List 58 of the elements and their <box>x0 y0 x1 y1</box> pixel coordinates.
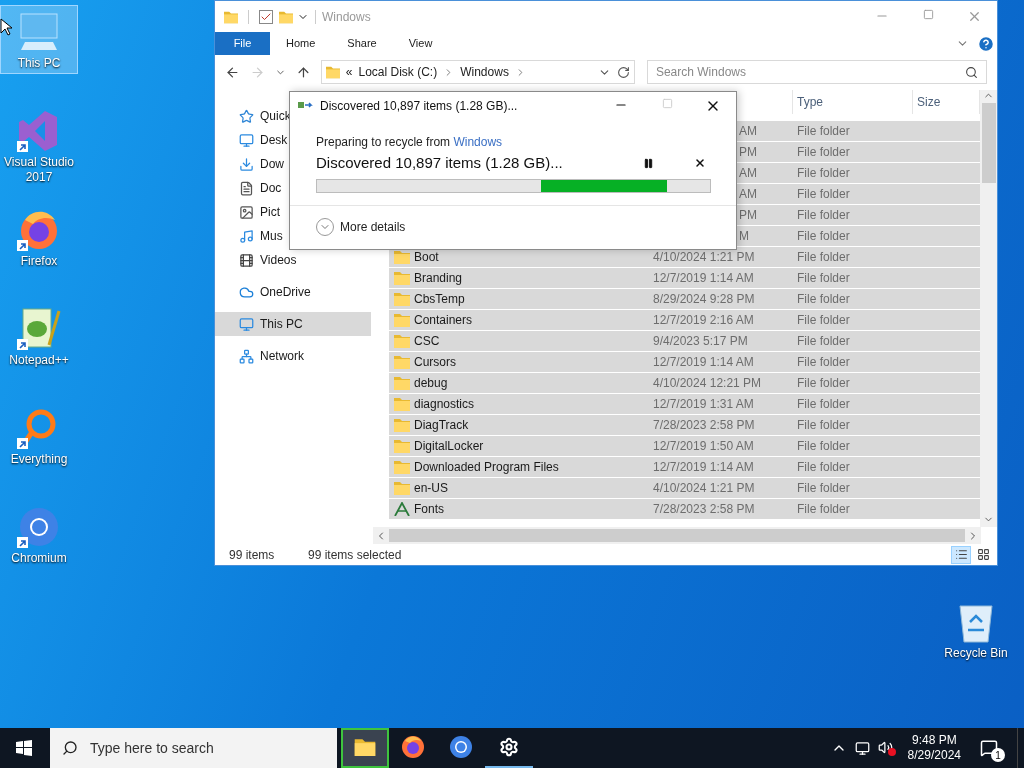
date-modified: 12/7/2019 1:14 AM <box>653 355 754 369</box>
date-modified: 12/7/2019 1:14 AM <box>653 271 754 285</box>
date-modified: 12/7/2019 2:16 AM <box>653 313 754 327</box>
file-type: File folder <box>797 397 850 411</box>
file-name: Branding <box>414 270 463 287</box>
date-modified: AM <box>739 124 757 138</box>
date-modified: PM <box>739 208 757 222</box>
date-modified: 12/7/2019 1:50 AM <box>653 439 754 453</box>
file-type: File folder <box>797 292 850 306</box>
file-type: File folder <box>797 124 850 138</box>
file-type: File folder <box>797 418 850 432</box>
file-name: DigitalLocker <box>414 438 484 455</box>
file-type: File folder <box>797 439 850 453</box>
file-type: File folder <box>797 145 850 159</box>
item-count: 99 items <box>229 546 276 564</box>
file-type: File folder <box>797 502 850 516</box>
file-name: CSC <box>414 333 440 350</box>
date-modified: 4/10/2024 12:21 PM <box>653 376 762 390</box>
file-name: en-US <box>414 480 448 497</box>
date-modified: 12/7/2019 1:14 AM <box>653 460 754 474</box>
date-modified: 8/29/2024 9:28 PM <box>653 292 755 306</box>
file-type: File folder <box>797 250 850 264</box>
file-name: DiagTrack <box>414 417 469 434</box>
progress-status: Discovered 10,897 items (1.28 GB)... <box>316 153 563 173</box>
date-modified: 12/7/2019 1:31 AM <box>653 397 754 411</box>
date-modified: PM <box>739 145 757 159</box>
file-name: Fonts <box>414 501 444 518</box>
file-name: Boot <box>414 249 439 266</box>
file-type: File folder <box>797 376 850 390</box>
file-type: File folder <box>797 355 850 369</box>
file-name: CbsTemp <box>414 291 465 308</box>
file-type: File folder <box>797 166 850 180</box>
operation-description: Preparing to recycle from Windows <box>316 134 504 151</box>
window-title: Windows <box>322 8 371 26</box>
file-name: Downloaded Program Files <box>414 459 559 476</box>
notification-count: 1 <box>991 748 1005 762</box>
file-type: File folder <box>797 271 850 285</box>
file-name: Containers <box>414 312 473 329</box>
file-type: File folder <box>797 481 850 495</box>
date-modified: AM <box>739 166 757 180</box>
date-modified: M <box>739 229 749 243</box>
date-modified: 7/28/2023 2:58 PM <box>653 502 755 516</box>
file-type: File folder <box>797 313 850 327</box>
file-name: Cursors <box>414 354 456 371</box>
file-name: diagnostics <box>414 396 475 413</box>
file-type: File folder <box>797 460 850 474</box>
file-type: File folder <box>797 208 850 222</box>
date-modified: AM <box>739 187 757 201</box>
file-type: File folder <box>797 229 850 243</box>
date-modified: 9/4/2023 5:17 PM <box>653 334 748 348</box>
file-name: debug <box>414 375 448 392</box>
date-modified: 4/10/2024 1:21 PM <box>653 481 755 495</box>
date-modified: 4/10/2024 1:21 PM <box>653 250 755 264</box>
date-modified: 7/28/2023 2:58 PM <box>653 418 755 432</box>
file-type: File folder <box>797 187 850 201</box>
dialog-title: Discovered 10,897 items (1.28 GB)... <box>320 98 518 115</box>
file-type: File folder <box>797 334 850 348</box>
selection-count: 99 items selected <box>308 546 402 564</box>
